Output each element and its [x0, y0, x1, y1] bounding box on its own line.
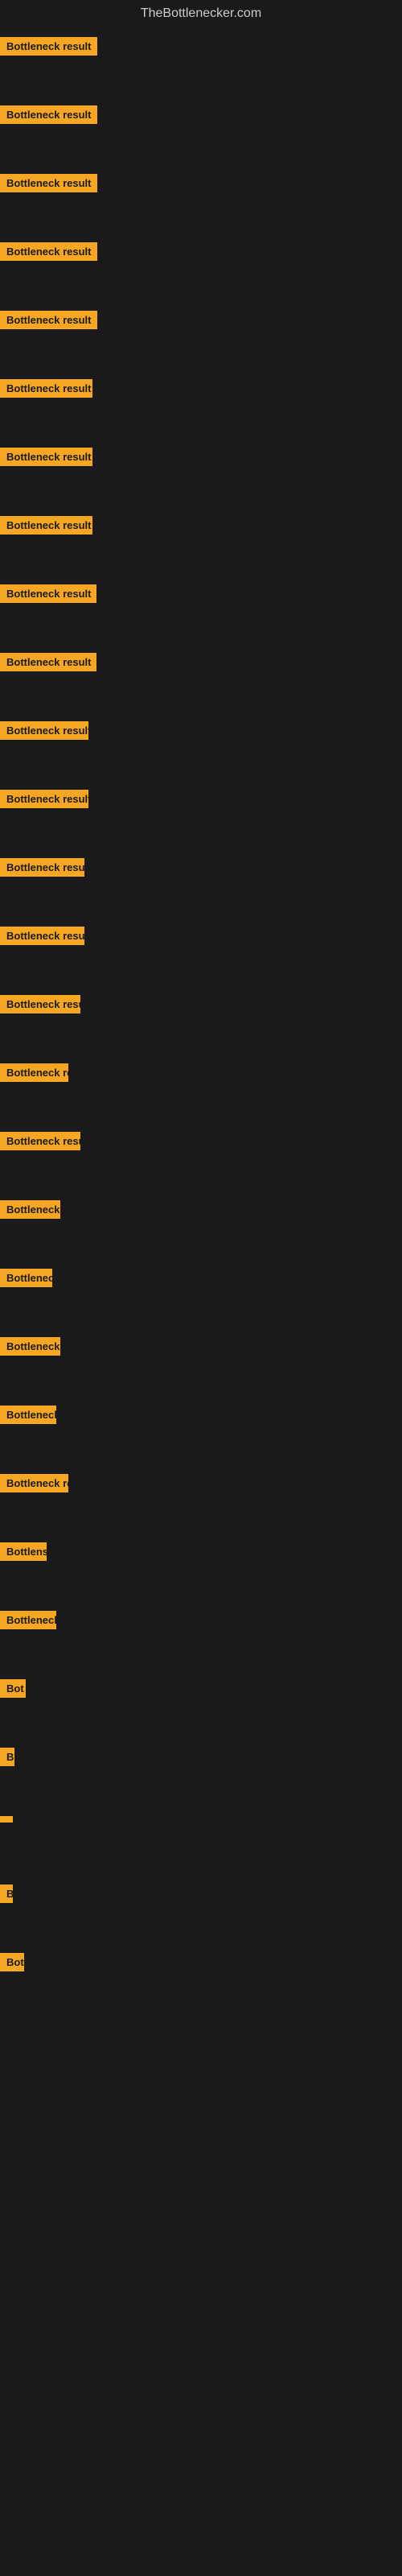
bottleneck-item-2: Bottleneck result	[0, 167, 402, 236]
bottleneck-badge-21: Bottleneck re	[0, 1474, 68, 1492]
bottleneck-item-12: Bottleneck result	[0, 852, 402, 920]
bottleneck-item-14: Bottleneck result	[0, 989, 402, 1057]
bottleneck-item-20: Bottleneck	[0, 1399, 402, 1468]
bottleneck-item-9: Bottleneck result	[0, 646, 402, 715]
bottleneck-badge-19: Bottleneck r	[0, 1337, 60, 1356]
bottleneck-badge-5: Bottleneck result	[0, 379, 92, 398]
bottleneck-badge-23: Bottleneck	[0, 1611, 56, 1629]
bottleneck-item-17: Bottleneck r	[0, 1194, 402, 1262]
bottleneck-item-26	[0, 1810, 402, 1878]
bottleneck-badge-0: Bottleneck result	[0, 37, 97, 56]
bottleneck-badge-6: Bottleneck result	[0, 448, 92, 466]
bottleneck-item-27: B	[0, 1878, 402, 1946]
bottleneck-item-28: Bott	[0, 1946, 402, 2015]
bottleneck-badge-11: Bottleneck result	[0, 790, 88, 808]
bottleneck-badge-10: Bottleneck result	[0, 721, 88, 740]
bottleneck-badge-8: Bottleneck result	[0, 584, 96, 603]
bottleneck-item-8: Bottleneck result	[0, 578, 402, 646]
bottleneck-badge-16: Bottleneck result	[0, 1132, 80, 1150]
bottleneck-badge-17: Bottleneck r	[0, 1200, 60, 1219]
bottleneck-badge-27: B	[0, 1885, 13, 1903]
bottleneck-item-21: Bottleneck re	[0, 1468, 402, 1536]
bottleneck-badge-22: Bottlens	[0, 1542, 47, 1561]
bottleneck-item-11: Bottleneck result	[0, 783, 402, 852]
bottleneck-item-4: Bottleneck result	[0, 304, 402, 373]
bottleneck-item-10: Bottleneck result	[0, 715, 402, 783]
bottleneck-badge-26	[0, 1816, 13, 1823]
bottleneck-item-18: Bottlenec	[0, 1262, 402, 1331]
bottleneck-badge-24: Bot	[0, 1679, 26, 1698]
bottleneck-badge-12: Bottleneck result	[0, 858, 84, 877]
bottleneck-badge-13: Bottleneck result	[0, 927, 84, 945]
bottleneck-badge-3: Bottleneck result	[0, 242, 97, 261]
bottleneck-badge-15: Bottleneck re	[0, 1063, 68, 1082]
bottleneck-item-22: Bottlens	[0, 1536, 402, 1604]
bottleneck-item-5: Bottleneck result	[0, 373, 402, 441]
bottleneck-item-23: Bottleneck	[0, 1604, 402, 1673]
bottleneck-badge-28: Bott	[0, 1953, 24, 1971]
bottleneck-badge-25: B	[0, 1748, 14, 1766]
bottleneck-item-25: B	[0, 1741, 402, 1810]
bottleneck-item-15: Bottleneck re	[0, 1057, 402, 1125]
bottleneck-badge-18: Bottlenec	[0, 1269, 52, 1287]
bottleneck-item-1: Bottleneck result	[0, 99, 402, 167]
bottleneck-badge-14: Bottleneck result	[0, 995, 80, 1013]
site-title: TheBottlenecker.com	[0, 0, 402, 31]
bottleneck-item-24: Bot	[0, 1673, 402, 1741]
bottleneck-item-16: Bottleneck result	[0, 1125, 402, 1194]
bottleneck-item-6: Bottleneck result	[0, 441, 402, 510]
bottleneck-badge-9: Bottleneck result	[0, 653, 96, 671]
bottleneck-item-7: Bottleneck result	[0, 510, 402, 578]
bottleneck-badge-20: Bottleneck	[0, 1406, 56, 1424]
bottleneck-badge-2: Bottleneck result	[0, 174, 97, 192]
bottleneck-badge-1: Bottleneck result	[0, 105, 97, 124]
bottleneck-badge-4: Bottleneck result	[0, 311, 97, 329]
bottleneck-item-13: Bottleneck result	[0, 920, 402, 989]
bottleneck-item-19: Bottleneck r	[0, 1331, 402, 1399]
bottleneck-item-3: Bottleneck result	[0, 236, 402, 304]
bottleneck-item-0: Bottleneck result	[0, 31, 402, 99]
bottleneck-badge-7: Bottleneck result	[0, 516, 92, 535]
